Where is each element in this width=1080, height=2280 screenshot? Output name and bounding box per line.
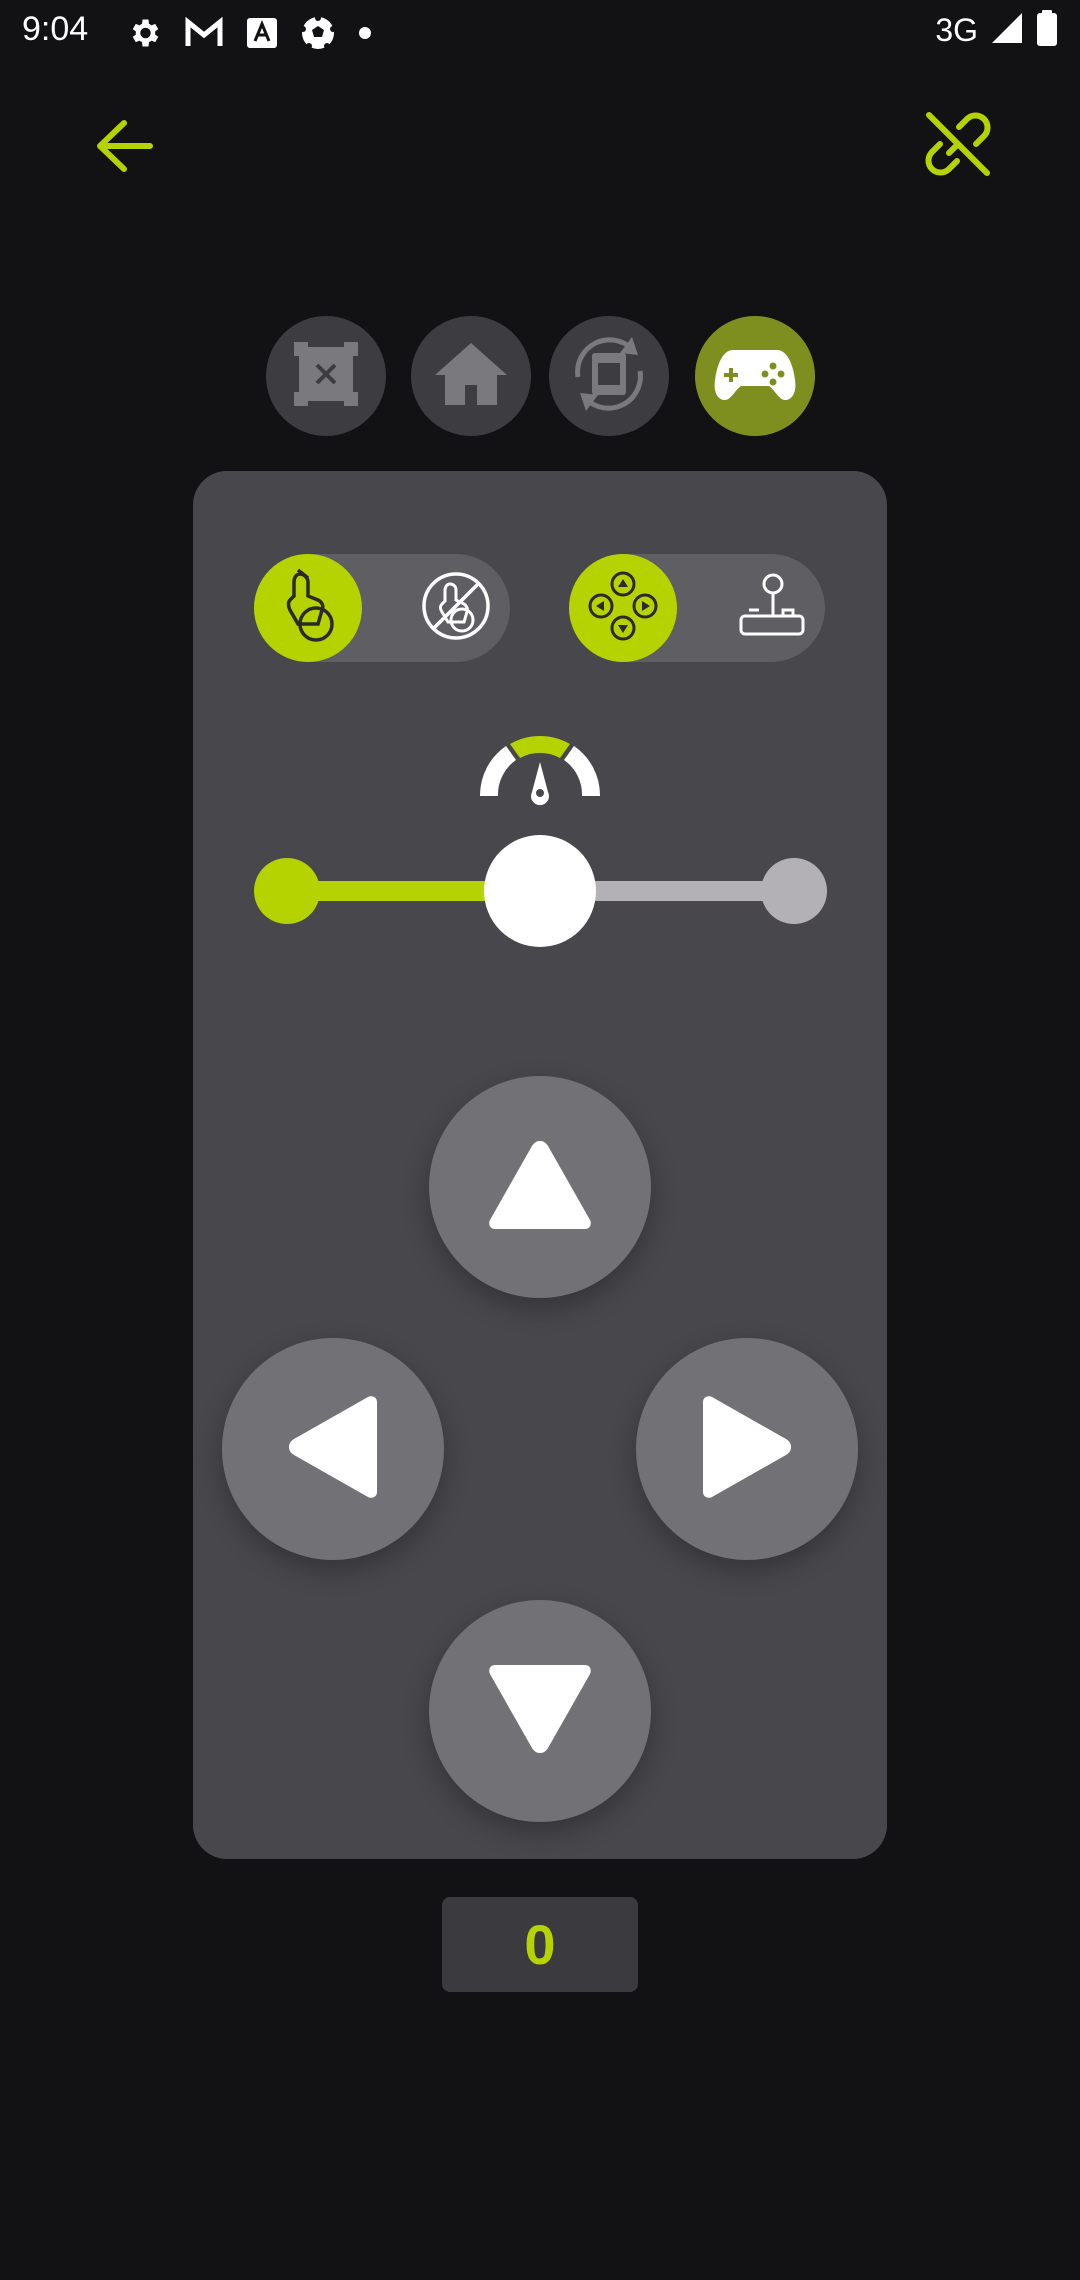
tilt-hand-icon: [268, 566, 348, 651]
crop-x-icon: [293, 341, 359, 412]
status-bar: 9:04 3G: [0, 0, 1080, 66]
dpad-left-button[interactable]: [222, 1338, 444, 1560]
gmail-icon: [184, 17, 224, 49]
rotate-device-icon: [564, 329, 654, 424]
control-type-toggle-knob: [569, 554, 677, 662]
dpad-up-button[interactable]: [429, 1076, 651, 1298]
status-notification-icons: [126, 14, 372, 52]
settings-icon: [126, 15, 162, 51]
font-app-icon: [246, 17, 278, 49]
back-button[interactable]: [80, 104, 168, 192]
link-off-icon: [921, 107, 995, 186]
soccer-ball-icon: [300, 15, 336, 51]
triangle-left-icon: [283, 1392, 383, 1507]
network-type: 3G: [935, 12, 978, 48]
status-system-icons: 3G: [935, 10, 1058, 51]
dpad-icon: [584, 567, 662, 650]
mode-stop-button[interactable]: [266, 316, 386, 436]
notification-dot-icon: [358, 26, 372, 40]
triangle-right-icon: [697, 1392, 797, 1507]
speed-slider-min-dot: [254, 858, 320, 924]
mode-home-button[interactable]: [411, 316, 531, 436]
arrow-left-icon: [94, 119, 154, 178]
dpad-right-button[interactable]: [636, 1338, 858, 1560]
home-icon: [433, 341, 509, 412]
joystick-icon: [735, 570, 807, 647]
gamepad-icon: [713, 344, 797, 409]
triangle-down-icon: [485, 1659, 595, 1764]
dpad-down-button[interactable]: [429, 1600, 651, 1822]
speed-slider-thumb[interactable]: [484, 835, 596, 947]
tilt-toggle[interactable]: [254, 554, 510, 662]
control-type-toggle[interactable]: [569, 554, 825, 662]
counter-display: 0: [442, 1897, 638, 1992]
tilt-toggle-knob: [254, 554, 362, 662]
tilt-off-option: [416, 568, 496, 648]
speed-slider-max-dot: [761, 858, 827, 924]
mode-rotate-button[interactable]: [549, 316, 669, 436]
tilt-disabled-icon: [420, 570, 492, 647]
status-time: 9:04: [22, 10, 89, 48]
battery-icon: [1036, 10, 1058, 51]
disconnect-button[interactable]: [912, 100, 1004, 192]
speedometer-icon: [472, 726, 608, 810]
mode-gamepad-button[interactable]: [695, 316, 815, 436]
triangle-up-icon: [485, 1135, 595, 1240]
control-joystick-option: [731, 568, 811, 648]
signal-icon: [990, 11, 1024, 50]
